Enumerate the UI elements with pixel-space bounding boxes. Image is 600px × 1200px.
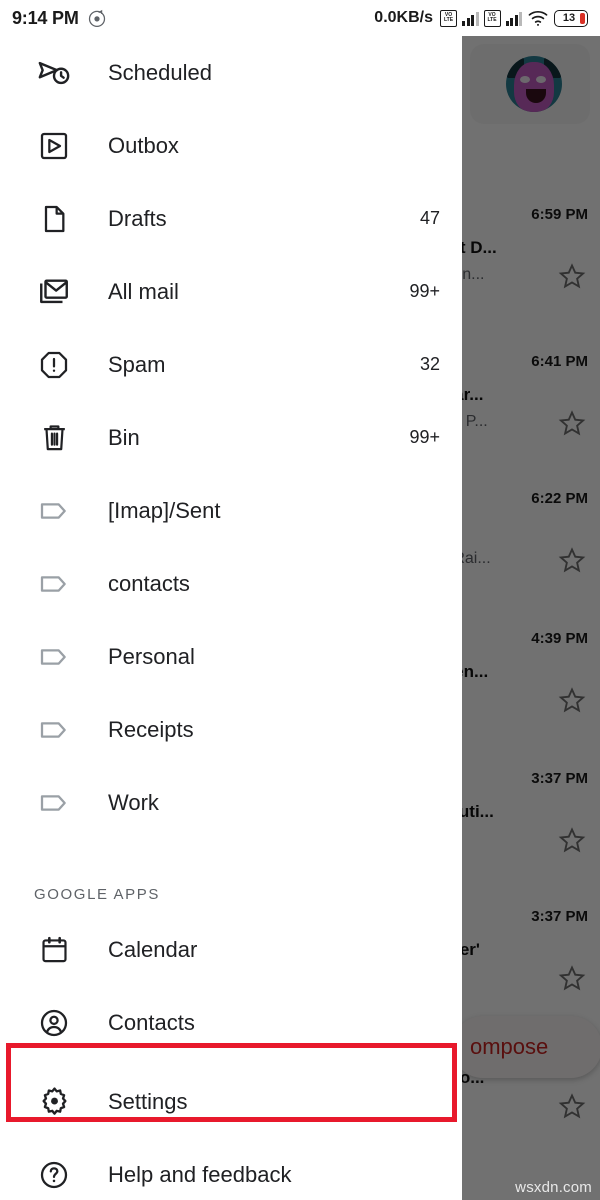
drawer-item-contacts-app[interactable]: Contacts xyxy=(0,986,462,1059)
drawer-item-count: 99+ xyxy=(409,427,440,447)
drawer-item-label: Bin xyxy=(108,424,140,450)
volte-signal-icon: VO LTE xyxy=(483,9,501,27)
drawer-item-drafts[interactable]: Drafts 47 xyxy=(0,182,462,255)
settings-gear-icon xyxy=(34,1082,74,1122)
navigation-drawer: Scheduled Outbox Drafts 47 All mail 99+ … xyxy=(0,36,462,1200)
drawer-item-personal[interactable]: Personal xyxy=(0,620,462,693)
status-bar: 9:14 PM 0.0KB/s VO LTE VO LTE 13 xyxy=(0,0,600,36)
drafts-file-icon xyxy=(34,199,74,239)
outbox-icon xyxy=(34,126,74,166)
music-record-icon xyxy=(88,9,105,27)
contacts-person-icon xyxy=(34,1003,74,1043)
drawer-item-label: [Imap]/Sent xyxy=(108,497,221,523)
network-speed: 0.0KB/s xyxy=(374,9,433,26)
bin-trash-icon xyxy=(34,418,74,458)
drawer-item-work[interactable]: Work xyxy=(0,766,462,839)
drawer-item-label: Settings xyxy=(108,1088,188,1114)
help-question-icon xyxy=(34,1155,74,1195)
all-mail-envelope-icon xyxy=(34,272,74,312)
watermark: wsxdn.com xyxy=(515,1179,592,1196)
drawer-item-label: All mail xyxy=(108,278,179,304)
drawer-item-label: Spam xyxy=(108,351,166,377)
scheduled-send-icon xyxy=(34,53,74,93)
section-header-google-apps: GOOGLE APPS xyxy=(34,886,160,903)
drawer-item-settings[interactable]: Settings xyxy=(0,1065,462,1138)
drawer-item-label: Scheduled xyxy=(108,59,212,85)
label-tag-icon xyxy=(34,637,74,677)
signal-bars-icon xyxy=(462,11,479,26)
calendar-icon xyxy=(34,930,74,970)
spam-report-icon xyxy=(34,345,74,385)
volte-bottom-label: LTE xyxy=(443,17,454,23)
label-tag-icon xyxy=(34,491,74,531)
drawer-item-count: 47 xyxy=(419,208,440,228)
drawer-item-label: Contacts xyxy=(108,1009,195,1035)
drawer-item-scheduled[interactable]: Scheduled xyxy=(0,36,462,109)
drawer-item-receipts[interactable]: Receipts xyxy=(0,693,462,766)
label-tag-icon xyxy=(34,710,74,750)
drawer-item-imap-sent[interactable]: [Imap]/Sent xyxy=(0,474,462,547)
label-tag-icon xyxy=(34,564,74,604)
drawer-item-label: Calendar xyxy=(108,936,198,962)
drawer-item-calendar[interactable]: Calendar xyxy=(0,913,462,986)
label-tag-icon xyxy=(34,783,74,823)
status-time: 9:14 PM xyxy=(12,7,79,28)
drawer-item-label: Outbox xyxy=(108,132,179,158)
drawer-item-label: contacts xyxy=(108,570,190,596)
signal-bars-icon xyxy=(505,11,522,26)
wifi-icon xyxy=(528,11,548,26)
battery-level: 13 xyxy=(562,12,576,24)
drawer-item-all-mail[interactable]: All mail 99+ xyxy=(0,255,462,328)
volte-bottom-label: LTE xyxy=(487,17,497,23)
volte-signal-icon: VO LTE xyxy=(440,9,457,27)
drawer-item-label: Receipts xyxy=(108,716,194,742)
drawer-item-label: Work xyxy=(108,789,159,815)
drawer-item-label: Drafts xyxy=(108,205,167,231)
drawer-item-contacts-label[interactable]: contacts xyxy=(0,547,462,620)
drawer-item-bin[interactable]: Bin 99+ xyxy=(0,401,462,474)
drawer-item-label: Help and feedback xyxy=(108,1161,292,1187)
drawer-item-outbox[interactable]: Outbox xyxy=(0,109,462,182)
battery-icon: 13 xyxy=(554,9,588,27)
drawer-item-spam[interactable]: Spam 32 xyxy=(0,328,462,401)
drawer-item-label: Personal xyxy=(108,643,195,669)
drawer-item-count: 99+ xyxy=(409,281,440,301)
drawer-item-help-and-feedback[interactable]: Help and feedback xyxy=(0,1138,462,1200)
drawer-item-count: 32 xyxy=(419,354,440,374)
